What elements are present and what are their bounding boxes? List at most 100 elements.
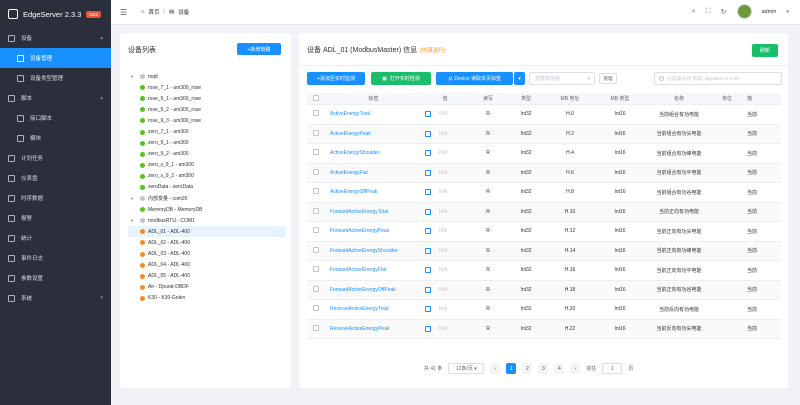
edit-icon[interactable] — [425, 130, 431, 137]
table-row[interactable]: ForwardActiveEnergyFlat N/A R Int32 H.16 Int1… — [307, 261, 781, 281]
row-checkbox[interactable] — [307, 266, 325, 274]
sidebar-item[interactable]: 接口脚本 — [0, 108, 111, 128]
col-tag[interactable]: 标签 — [325, 95, 417, 102]
edit-icon[interactable] — [425, 306, 431, 313]
table-row[interactable]: ForwardActiveEnergyPeak N/A R Int32 H.12 Int1… — [307, 222, 781, 242]
tree-node[interactable]: ADL_02 - ADL-400 — [128, 237, 286, 248]
tree-node[interactable]: zeroData - zeroData — [128, 182, 286, 193]
sidebar-item[interactable]: 仪表盘 — [0, 168, 111, 188]
table-row[interactable]: ActiveEnergyShoulder N/A R Int32 H.4 Int16 当前组… — [307, 144, 781, 164]
select-all-checkbox[interactable] — [307, 94, 325, 103]
row-checkbox[interactable] — [307, 285, 325, 294]
row-checkbox[interactable] — [307, 149, 325, 157]
edit-icon[interactable] — [425, 169, 431, 176]
fullscreen-icon[interactable]: ⛶ — [706, 8, 711, 16]
edit-icon[interactable] — [425, 267, 431, 274]
page-number-button[interactable]: 2 — [522, 363, 533, 374]
edit-icon[interactable] — [425, 150, 431, 157]
page-number-button[interactable]: 3 — [538, 363, 549, 374]
tree-node[interactable]: ▾ mqtt — [128, 71, 286, 82]
read-page-tags-button[interactable]: 从 Device 读取本页标签 — [436, 72, 513, 85]
edit-icon[interactable] — [425, 286, 431, 293]
refresh-button[interactable]: 刷新 — [752, 44, 778, 57]
sidebar-item[interactable]: 时序数据 — [0, 188, 111, 208]
row-checkbox[interactable] — [307, 129, 325, 138]
tag-link[interactable]: ForwardActiveEnergyTotal — [330, 209, 388, 215]
tag-group-select[interactable]: 选择标签组 ▾ — [529, 72, 595, 85]
tag-link[interactable]: ActiveEnergyTotal — [330, 111, 370, 117]
table-row[interactable]: ReverseActiveEnergyPeak N/A R Int32 H.22 Int1… — [307, 319, 781, 339]
tag-link[interactable]: ForwardActiveEnergyShoulder — [330, 248, 398, 254]
tag-link[interactable]: ActiveEnergyPeak — [330, 131, 371, 137]
sidebar-item[interactable]: 设备类型管理 — [0, 68, 111, 88]
tree-toggle-icon[interactable]: ▾ — [131, 196, 137, 202]
next-page-button[interactable]: › — [570, 363, 581, 374]
row-checkbox[interactable] — [307, 110, 325, 118]
goto-page-input[interactable]: 1 — [602, 363, 623, 374]
prev-page-button[interactable]: ‹ — [490, 363, 501, 374]
tree-node[interactable]: rose_7_1 - am300_rose — [128, 82, 286, 93]
tag-link[interactable]: ReverseActiveEnergyTotal — [330, 306, 389, 312]
avatar[interactable] — [736, 4, 752, 19]
tree-node[interactable]: MemoryDB - MemoryDB — [128, 204, 286, 215]
edit-icon[interactable] — [425, 247, 431, 254]
manage-button[interactable]: 管理 — [599, 73, 617, 84]
row-checkbox[interactable] — [307, 188, 325, 196]
edit-icon[interactable] — [425, 228, 431, 235]
row-checkbox[interactable] — [307, 246, 325, 255]
sidebar-item[interactable]: 模块 — [0, 128, 111, 148]
sidebar-item[interactable]: 计划任务 — [0, 148, 111, 168]
refresh-icon[interactable]: ↻ — [721, 8, 727, 16]
tree-node[interactable]: zero_7_1 - am300 — [128, 126, 286, 137]
row-checkbox[interactable] — [307, 168, 325, 177]
add-link-button[interactable]: +新增链路 — [237, 43, 281, 55]
table-row[interactable]: ForwardActiveEnergyTotal N/A R Int32 H.10 Int… — [307, 202, 781, 222]
tree-node[interactable]: zero_9_1 - am300 — [128, 138, 286, 149]
page-number-button[interactable]: 1 — [506, 363, 517, 374]
edit-icon[interactable] — [425, 208, 431, 215]
row-checkbox[interactable] — [307, 227, 325, 235]
tag-link[interactable]: ForwardActiveEnergyOffPeak — [330, 287, 396, 293]
tree-node[interactable]: ADL_03 - ADL-400 — [128, 249, 286, 260]
open-realtime-monitor-button[interactable]: ▣ 打开实时检测 — [371, 72, 431, 85]
tree-node[interactable]: zero_9_2 - am300 — [128, 149, 286, 160]
tree-node[interactable]: zero_s_9_2 - am300 — [128, 171, 286, 182]
tag-link[interactable]: ForwardActiveEnergyFlat — [330, 267, 386, 273]
table-row[interactable]: ActiveEnergyFlat N/A R Int32 H.6 Int16 当前组合有功平… — [307, 163, 781, 183]
tree-node[interactable]: K30 - K30-Golen — [128, 293, 286, 304]
tree-node[interactable]: rose_9_2 - am300_rose — [128, 104, 286, 115]
edit-icon[interactable] — [425, 189, 431, 196]
sidebar-item[interactable]: 系统 ▾ — [0, 288, 111, 308]
sidebar-item[interactable]: 报警 — [0, 208, 111, 228]
edit-icon[interactable] — [425, 111, 431, 118]
tag-link[interactable]: ForwardActiveEnergyPeak — [330, 228, 389, 234]
edit-icon[interactable] — [425, 325, 431, 332]
sidebar-item[interactable]: 设备 ▴ — [0, 28, 111, 48]
menu-toggle-icon[interactable]: ☰ — [120, 8, 127, 17]
tree-node[interactable]: ▾ 内部变量 - com20 — [128, 193, 286, 204]
tree-node[interactable]: rose_9_1 - am300_rose — [128, 93, 286, 104]
add-realtime-monitor-button[interactable]: +添加至实时监测 — [307, 72, 365, 85]
chevron-down-icon[interactable]: ▾ — [786, 9, 789, 15]
table-row[interactable]: ReverseActiveEnergyTotal N/A R Int32 H.20 Int… — [307, 300, 781, 320]
tree-node[interactable]: ADL_05 - ADL-400 — [128, 271, 286, 282]
table-row[interactable]: ActiveEnergyTotal N/A R Int32 H.0 Int16 当前组合有功… — [307, 105, 781, 125]
sidebar-item[interactable]: 参数设置 — [0, 268, 111, 288]
tree-node[interactable]: Air - Dpurat-DBDF — [128, 282, 286, 293]
tree-node[interactable]: ADL_01 - ADL-400 — [128, 226, 286, 238]
row-checkbox[interactable] — [307, 207, 325, 216]
tree-toggle-icon[interactable]: ▾ — [131, 74, 137, 80]
filter-input[interactable]: 过滤表达式 例如: tagName 0.4-20 — [654, 72, 782, 85]
table-row[interactable]: ForwardActiveEnergyOffPeak N/A R Int32 H.18 I… — [307, 280, 781, 300]
tag-link[interactable]: ActiveEnergyOffPeak — [330, 189, 377, 195]
tree-node[interactable]: ▾ modbusRTU - COM1 — [128, 215, 286, 226]
breadcrumb-home[interactable]: 首页 — [149, 8, 160, 16]
username[interactable]: admin — [762, 9, 777, 15]
read-tags-dropdown-button[interactable]: ▾ — [514, 72, 525, 85]
tag-link[interactable]: ActiveEnergyShoulder — [330, 150, 379, 156]
table-row[interactable]: ForwardActiveEnergyShoulder N/A R Int32 H.14… — [307, 241, 781, 261]
row-checkbox[interactable] — [307, 324, 325, 333]
row-checkbox[interactable] — [307, 305, 325, 313]
tag-link[interactable]: ReverseActiveEnergyPeak — [330, 326, 389, 332]
tree-node[interactable]: rose_9_3 - am300_rose — [128, 115, 286, 126]
